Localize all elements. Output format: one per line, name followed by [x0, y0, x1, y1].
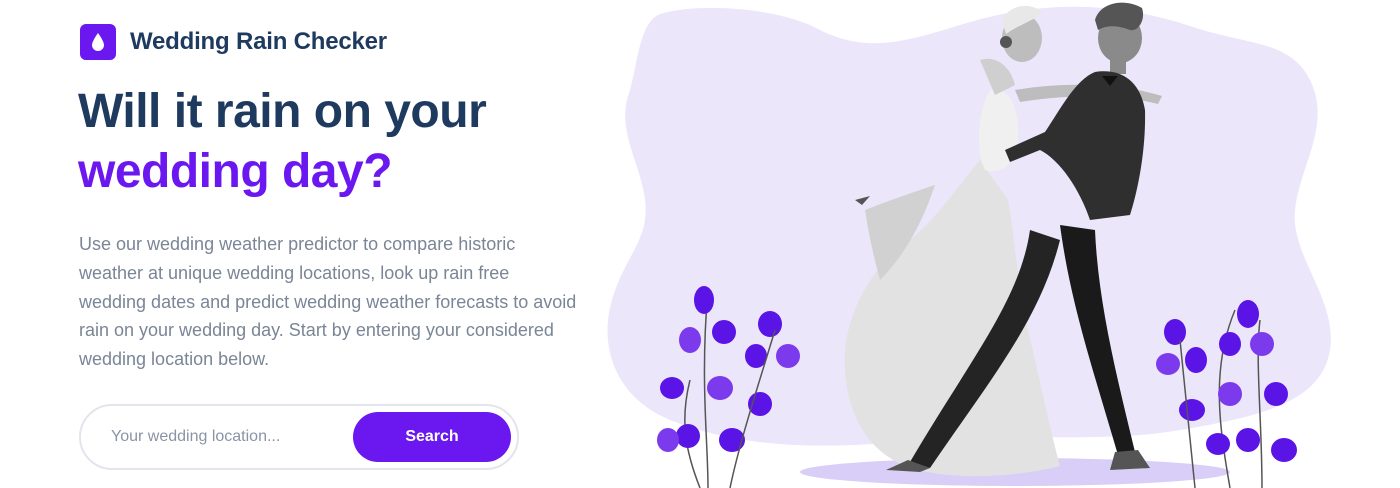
search-button[interactable]: Search: [353, 412, 511, 462]
page-title: Will it rain on your wedding day?: [78, 82, 487, 202]
brand[interactable]: Wedding Rain Checker: [80, 24, 387, 60]
brand-name: Wedding Rain Checker: [130, 28, 387, 55]
dancing-couple-illustration: [607, 2, 1331, 488]
hero-description: Use our wedding weather predictor to com…: [79, 234, 577, 370]
location-input[interactable]: [111, 420, 341, 454]
title-line-1: Will it rain on your: [78, 85, 487, 138]
title-line-2: wedding day?: [78, 145, 393, 198]
raindrop-icon: [80, 24, 116, 60]
search-form: Search: [79, 404, 519, 470]
